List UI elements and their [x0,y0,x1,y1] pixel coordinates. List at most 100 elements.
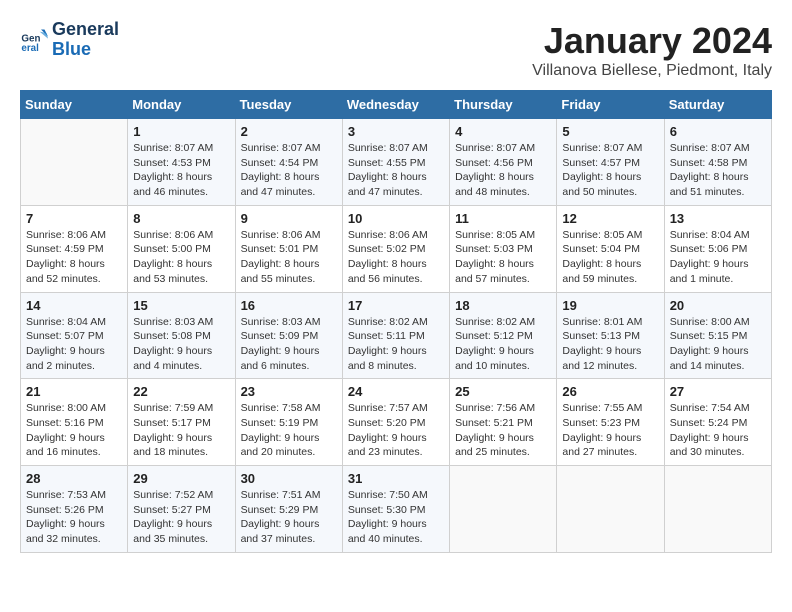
logo-text-blue: Blue [52,40,119,60]
calendar-cell: 8 Sunrise: 8:06 AMSunset: 5:00 PMDaylight… [128,205,235,292]
calendar-week-3: 21Sunrise: 8:00 AMSunset: 5:16 PMDayligh… [21,379,772,466]
day-number: 16 [241,298,337,313]
day-number: 7 [26,211,122,226]
calendar-cell: 18 Sunrise: 8:02 AMSunset: 5:12 PMDayligh… [450,292,557,379]
day-info: Sunrise: 8:07 AMSunset: 4:58 PMDaylight:… [670,141,766,200]
month-title: January 2024 [532,20,772,62]
day-number: 31 [348,471,444,486]
calendar-cell: 15Sunrise: 8:03 AMSunset: 5:08 PMDayligh… [128,292,235,379]
calendar-cell: 5Sunrise: 8:07 AMSunset: 4:57 PMDaylight… [557,119,664,206]
day-info: Sunrise: 8:06 AMSunset: 5:01 PMDaylight:… [241,228,337,287]
svg-text:eral: eral [21,43,39,54]
calendar-cell: 22Sunrise: 7:59 AMSunset: 5:17 PMDayligh… [128,379,235,466]
day-info: Sunrise: 7:58 AMSunset: 5:19 PMDaylight:… [241,401,337,460]
day-info: Sunrise: 8:04 AMSunset: 5:06 PMDaylight:… [670,228,766,287]
day-number: 13 [670,211,766,226]
day-number: 18 [455,298,551,313]
calendar-cell: 27 Sunrise: 7:54 AMSunset: 5:24 PMDayligh… [664,379,771,466]
day-number: 28 [26,471,122,486]
day-info: Sunrise: 7:57 AMSunset: 5:20 PMDaylight:… [348,401,444,460]
header-sunday: Sunday [21,91,128,119]
location-subtitle: Villanova Biellese, Piedmont, Italy [532,62,772,80]
calendar-cell: 10Sunrise: 8:06 AMSunset: 5:02 PMDayligh… [342,205,449,292]
day-number: 12 [562,211,658,226]
day-info: Sunrise: 7:52 AMSunset: 5:27 PMDaylight:… [133,488,229,547]
calendar-cell: 1 Sunrise: 8:07 AMSunset: 4:53 PMDaylight… [128,119,235,206]
calendar-cell: 31 Sunrise: 7:50 AMSunset: 5:30 PMDayligh… [342,466,449,553]
day-info: Sunrise: 7:56 AMSunset: 5:21 PMDaylight:… [455,401,551,460]
calendar-cell [450,466,557,553]
calendar-cell: 9 Sunrise: 8:06 AMSunset: 5:01 PMDaylight… [235,205,342,292]
day-info: Sunrise: 8:04 AMSunset: 5:07 PMDaylight:… [26,315,122,374]
day-info: Sunrise: 8:07 AMSunset: 4:57 PMDaylight:… [562,141,658,200]
calendar-cell: 23 Sunrise: 7:58 AMSunset: 5:19 PMDayligh… [235,379,342,466]
header-friday: Friday [557,91,664,119]
calendar-cell: 11 Sunrise: 8:05 AMSunset: 5:03 PMDayligh… [450,205,557,292]
calendar-cell: 20 Sunrise: 8:00 AMSunset: 5:15 PMDayligh… [664,292,771,379]
calendar-week-0: 1 Sunrise: 8:07 AMSunset: 4:53 PMDaylight… [21,119,772,206]
calendar-cell: 7 Sunrise: 8:06 AMSunset: 4:59 PMDaylight… [21,205,128,292]
calendar-cell: 24 Sunrise: 7:57 AMSunset: 5:20 PMDayligh… [342,379,449,466]
calendar-cell: 16 Sunrise: 8:03 AMSunset: 5:09 PMDayligh… [235,292,342,379]
day-info: Sunrise: 8:03 AMSunset: 5:09 PMDaylight:… [241,315,337,374]
day-info: Sunrise: 8:05 AMSunset: 5:03 PMDaylight:… [455,228,551,287]
day-info: Sunrise: 8:06 AMSunset: 4:59 PMDaylight:… [26,228,122,287]
calendar-cell: 4Sunrise: 8:07 AMSunset: 4:56 PMDaylight… [450,119,557,206]
day-number: 8 [133,211,229,226]
day-info: Sunrise: 8:07 AMSunset: 4:56 PMDaylight:… [455,141,551,200]
day-number: 25 [455,384,551,399]
day-info: Sunrise: 8:06 AMSunset: 5:00 PMDaylight:… [133,228,229,287]
day-number: 6 [670,124,766,139]
day-number: 20 [670,298,766,313]
day-number: 26 [562,384,658,399]
calendar-cell: 2Sunrise: 8:07 AMSunset: 4:54 PMDaylight… [235,119,342,206]
day-info: Sunrise: 8:02 AMSunset: 5:12 PMDaylight:… [455,315,551,374]
day-info: Sunrise: 7:55 AMSunset: 5:23 PMDaylight:… [562,401,658,460]
day-info: Sunrise: 8:05 AMSunset: 5:04 PMDaylight:… [562,228,658,287]
calendar-week-4: 28 Sunrise: 7:53 AMSunset: 5:26 PMDayligh… [21,466,772,553]
day-number: 27 [670,384,766,399]
calendar-cell [21,119,128,206]
calendar-cell: 19Sunrise: 8:01 AMSunset: 5:13 PMDayligh… [557,292,664,379]
day-number: 30 [241,471,337,486]
day-info: Sunrise: 8:00 AMSunset: 5:15 PMDaylight:… [670,315,766,374]
day-number: 14 [26,298,122,313]
day-number: 19 [562,298,658,313]
day-info: Sunrise: 8:07 AMSunset: 4:54 PMDaylight:… [241,141,337,200]
day-number: 11 [455,211,551,226]
calendar-cell: 13 Sunrise: 8:04 AMSunset: 5:06 PMDayligh… [664,205,771,292]
day-info: Sunrise: 8:07 AMSunset: 4:53 PMDaylight:… [133,141,229,200]
day-info: Sunrise: 8:02 AMSunset: 5:11 PMDaylight:… [348,315,444,374]
day-info: Sunrise: 7:50 AMSunset: 5:30 PMDaylight:… [348,488,444,547]
calendar-week-2: 14 Sunrise: 8:04 AMSunset: 5:07 PMDayligh… [21,292,772,379]
header-thursday: Thursday [450,91,557,119]
calendar-cell: 26 Sunrise: 7:55 AMSunset: 5:23 PMDayligh… [557,379,664,466]
day-info: Sunrise: 7:53 AMSunset: 5:26 PMDaylight:… [26,488,122,547]
calendar-cell: 21Sunrise: 8:00 AMSunset: 5:16 PMDayligh… [21,379,128,466]
calendar-cell: 30Sunrise: 7:51 AMSunset: 5:29 PMDayligh… [235,466,342,553]
calendar-cell: 14 Sunrise: 8:04 AMSunset: 5:07 PMDayligh… [21,292,128,379]
day-info: Sunrise: 8:03 AMSunset: 5:08 PMDaylight:… [133,315,229,374]
header-monday: Monday [128,91,235,119]
logo: Gen eral General Blue [20,20,119,60]
day-number: 9 [241,211,337,226]
day-number: 29 [133,471,229,486]
day-info: Sunrise: 7:54 AMSunset: 5:24 PMDaylight:… [670,401,766,460]
day-number: 24 [348,384,444,399]
day-number: 21 [26,384,122,399]
day-number: 23 [241,384,337,399]
calendar-week-1: 7 Sunrise: 8:06 AMSunset: 4:59 PMDaylight… [21,205,772,292]
calendar-cell: 25 Sunrise: 7:56 AMSunset: 5:21 PMDayligh… [450,379,557,466]
calendar-cell: 12 Sunrise: 8:05 AMSunset: 5:04 PMDayligh… [557,205,664,292]
calendar-cell: 3Sunrise: 8:07 AMSunset: 4:55 PMDaylight… [342,119,449,206]
day-number: 3 [348,124,444,139]
title-block: January 2024 Villanova Biellese, Piedmon… [532,20,772,80]
day-info: Sunrise: 7:59 AMSunset: 5:17 PMDaylight:… [133,401,229,460]
calendar-table: SundayMondayTuesdayWednesdayThursdayFrid… [20,90,772,553]
header-saturday: Saturday [664,91,771,119]
calendar-cell: 6 Sunrise: 8:07 AMSunset: 4:58 PMDaylight… [664,119,771,206]
day-number: 1 [133,124,229,139]
calendar-cell: 17Sunrise: 8:02 AMSunset: 5:11 PMDayligh… [342,292,449,379]
calendar-cell [557,466,664,553]
header-wednesday: Wednesday [342,91,449,119]
